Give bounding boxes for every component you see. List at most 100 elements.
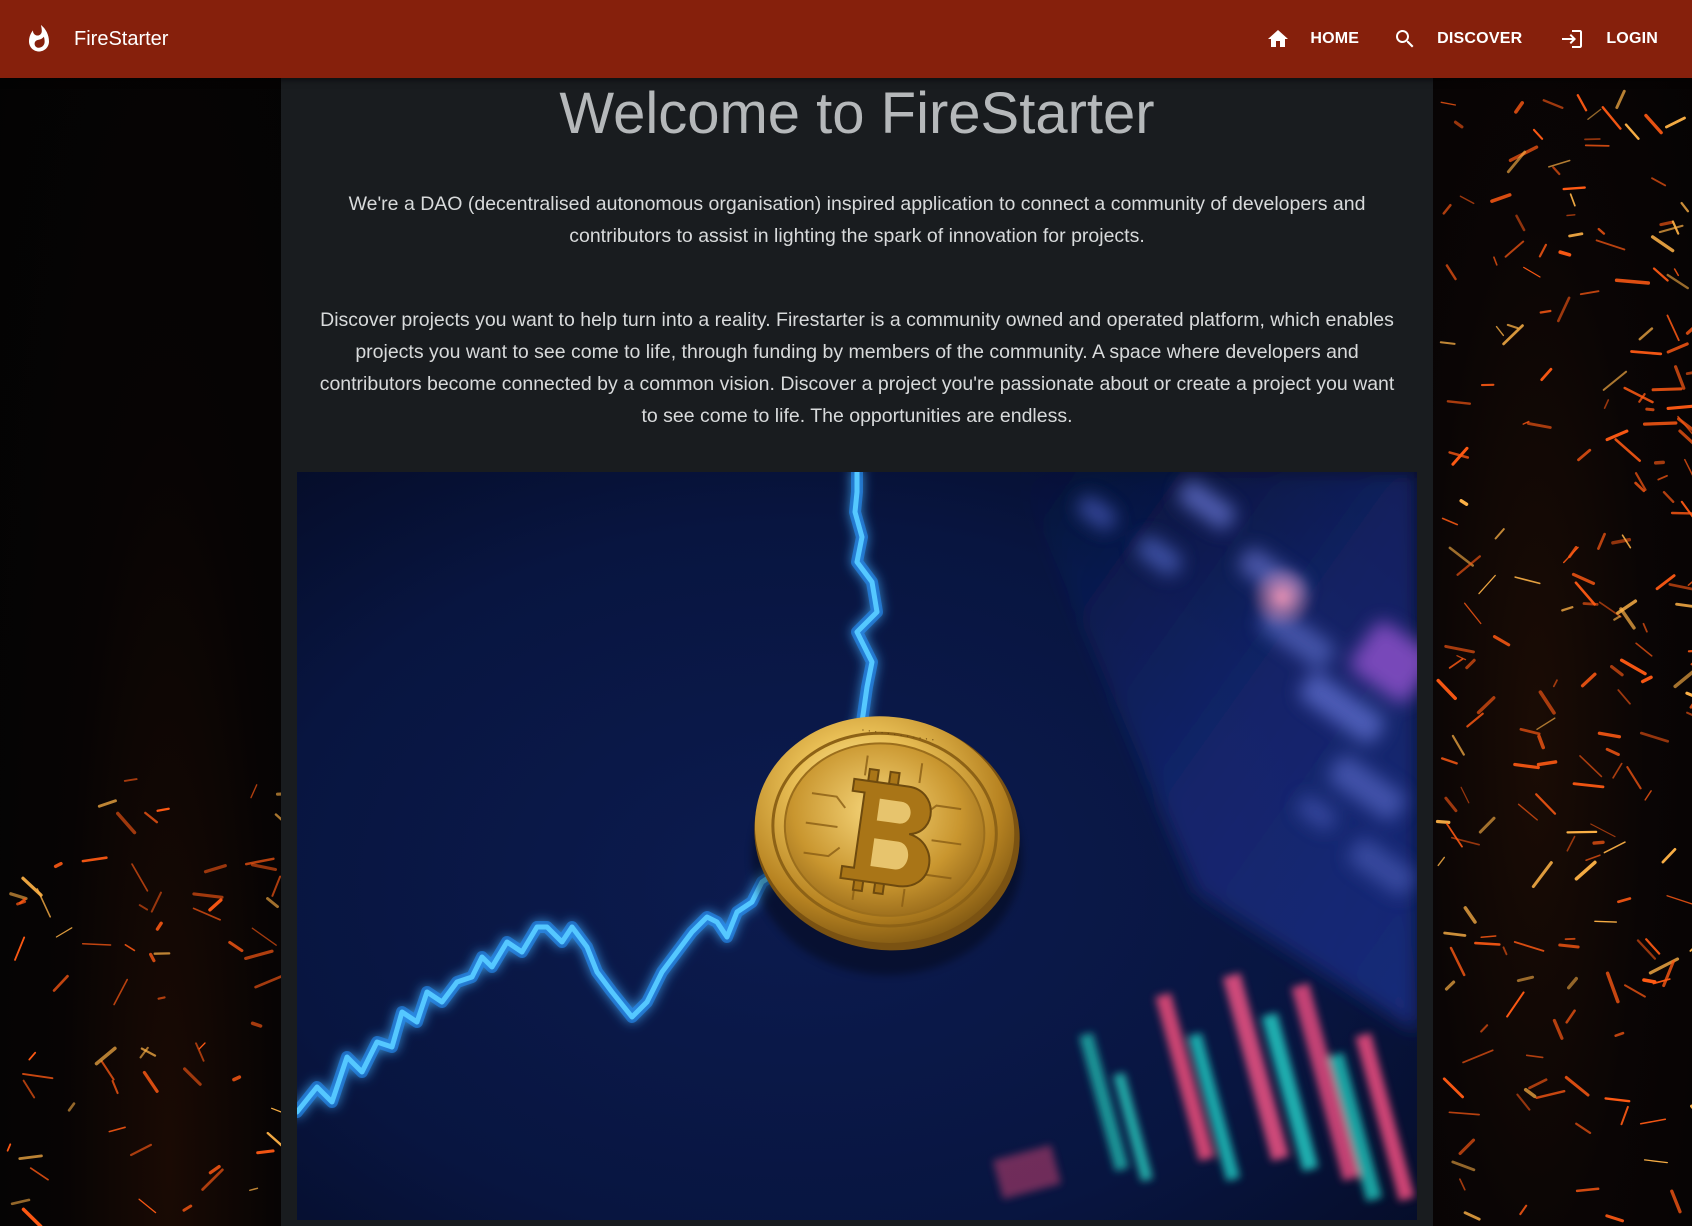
spark-streak — [1616, 599, 1638, 615]
spark-streak — [1651, 177, 1667, 187]
spark-streak — [1601, 106, 1622, 130]
spark-streak — [52, 974, 69, 992]
spark-streak — [228, 940, 244, 953]
spark-streak — [1465, 658, 1476, 670]
nav-home[interactable]: HOME — [1266, 0, 1359, 78]
spark-streak — [1531, 861, 1553, 889]
spark-streak — [1685, 371, 1692, 376]
spark-streak — [1619, 607, 1636, 630]
home-icon — [1268, 30, 1289, 47]
brand[interactable]: FireStarter — [24, 22, 168, 56]
spark-streak — [1437, 856, 1446, 867]
spark-streak — [1476, 696, 1496, 715]
spark-streak — [1673, 268, 1680, 277]
spark-streak — [1564, 1075, 1590, 1097]
spark-streak — [1604, 1097, 1631, 1103]
spark-streak — [1638, 327, 1654, 341]
spark-streak — [183, 1067, 202, 1086]
nav-discover[interactable]: DISCOVER — [1393, 0, 1522, 78]
discover-paragraph: Discover projects you want to help turn … — [319, 309, 1395, 427]
spark-streak — [149, 952, 156, 963]
spark-streak — [1678, 429, 1692, 445]
spark-streak — [1662, 491, 1675, 503]
spark-streak — [1615, 89, 1626, 110]
spark-streak — [244, 949, 274, 961]
spark-streak — [1666, 314, 1680, 342]
spark-streak — [1495, 325, 1505, 337]
spark-streak — [1680, 500, 1692, 518]
spark-streak — [1442, 203, 1452, 215]
page-title: Welcome to FireStarter — [559, 81, 1155, 146]
spark-streak — [1535, 793, 1557, 815]
spark-streak — [1597, 227, 1606, 235]
spark-streak — [55, 927, 73, 938]
spark-streak — [1552, 166, 1561, 176]
spark-streak — [1480, 935, 1497, 939]
spark-streak — [108, 1126, 126, 1133]
spark-streak — [130, 1143, 152, 1157]
spark-streak — [1561, 606, 1574, 612]
spark-streak — [1502, 946, 1508, 956]
spark-streak — [1463, 1211, 1481, 1221]
spark-streak — [1653, 460, 1665, 465]
spark-streak — [1639, 1118, 1667, 1125]
spark-streak — [266, 897, 279, 909]
spark-streak — [1686, 711, 1692, 716]
spark-streak — [1643, 1159, 1668, 1164]
spark-streak — [1575, 1187, 1600, 1193]
spark-streak — [1535, 1089, 1566, 1100]
spark-streak — [1670, 1189, 1682, 1214]
spark-streak — [1640, 675, 1653, 684]
spark-streak — [1519, 727, 1541, 736]
spark-streak — [1610, 664, 1624, 677]
spark-streak — [1685, 691, 1692, 697]
spark-streak — [1644, 790, 1652, 801]
spark-streak — [1474, 941, 1501, 946]
spark-streak — [28, 1051, 37, 1061]
spark-streak — [1516, 1093, 1531, 1111]
spark-streak — [1574, 581, 1596, 606]
spark-streak — [1630, 350, 1663, 356]
intro-paragraph: We're a DAO (decentralised autonomous or… — [348, 193, 1366, 247]
spark-streak — [1626, 766, 1642, 790]
spark-streak — [1617, 689, 1631, 705]
spark-streak — [1515, 214, 1526, 232]
spark-streak — [1517, 803, 1538, 821]
spark-streak — [192, 907, 221, 921]
spark-streak — [81, 856, 108, 863]
spark-streak — [1584, 144, 1610, 147]
spark-streak — [1451, 1160, 1476, 1172]
spark-streak — [1650, 235, 1675, 253]
spark-streak — [1448, 546, 1475, 567]
page: FireStarter HOME DISCOVER LOGIN Welcome … — [0, 0, 1692, 1226]
spark-streak — [1539, 309, 1552, 314]
spark-streak — [10, 1198, 31, 1206]
sparks-right-art — [1435, 89, 1692, 1223]
spark-streak — [1525, 1054, 1544, 1059]
login-icon — [1562, 30, 1583, 48]
spark-streak — [249, 1187, 259, 1192]
spark-streak — [1492, 635, 1511, 647]
spark-streak — [1569, 193, 1576, 207]
spark-streak — [198, 1042, 206, 1050]
spark-streak — [1605, 1214, 1624, 1223]
spark-streak — [1441, 517, 1459, 526]
spark-streak — [1466, 712, 1484, 728]
spark-streak — [1644, 113, 1663, 135]
spark-streak — [1635, 642, 1653, 657]
spark-streak — [1538, 243, 1548, 258]
spark-streak — [232, 1075, 242, 1082]
bitcoin-chart-illustration: · · · · · · · · · · · · — [297, 472, 1417, 1220]
nav-login[interactable]: LOGIN — [1560, 0, 1658, 78]
spark-streak — [1624, 984, 1646, 998]
spark-streak — [1523, 266, 1541, 278]
spark-streak — [1516, 975, 1535, 983]
spark-streak — [1590, 823, 1616, 838]
spark-streak — [1658, 224, 1684, 234]
spark-streak — [1603, 399, 1610, 410]
spark-streak — [1670, 511, 1692, 515]
spark-streak — [1612, 762, 1623, 779]
main-panel: Welcome to FireStarter We're a DAO (dece… — [281, 78, 1433, 1226]
spark-streak — [1605, 747, 1620, 756]
spark-streak — [203, 864, 227, 874]
